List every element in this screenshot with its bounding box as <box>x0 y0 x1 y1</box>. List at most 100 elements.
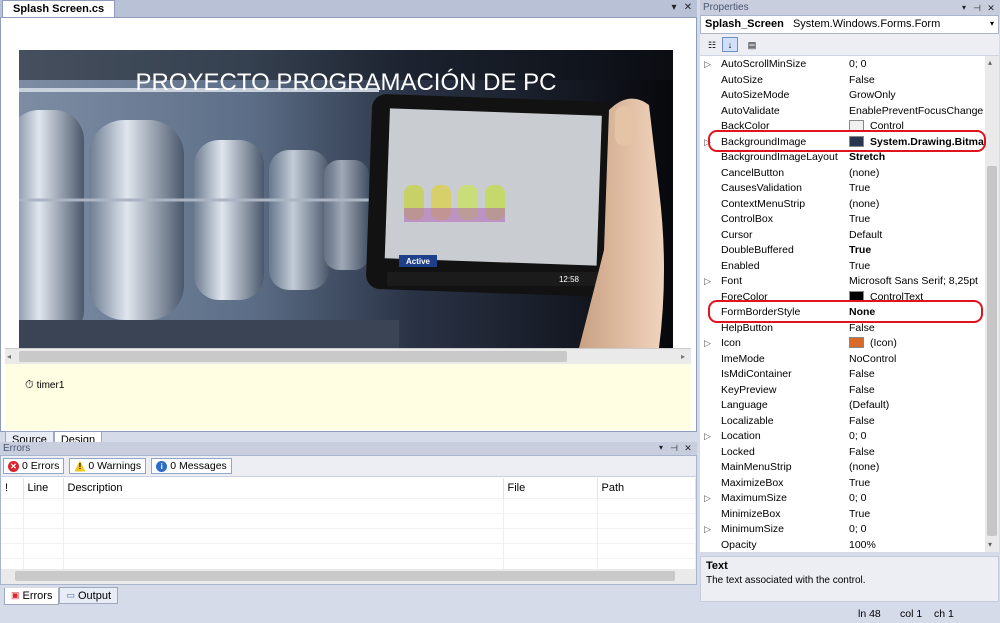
property-row[interactable]: Language (Default) <box>700 398 985 414</box>
property-value[interactable]: 0; 0 <box>849 429 867 444</box>
close-icon[interactable]: ✕ <box>682 2 694 14</box>
property-row[interactable]: Cursor Default <box>700 228 985 244</box>
dropdown-arrow-icon[interactable]: ▾ <box>655 442 667 454</box>
categorized-icon[interactable]: ☷ <box>704 37 720 52</box>
property-value[interactable]: (none) <box>849 197 879 212</box>
property-value[interactable]: False <box>849 73 875 88</box>
property-value[interactable]: (Default) <box>849 398 889 413</box>
property-row[interactable]: ControlBox True <box>700 212 985 228</box>
expand-icon[interactable]: ▷ <box>704 274 714 289</box>
property-row[interactable]: ImeMode NoControl <box>700 352 985 368</box>
property-value[interactable]: (none) <box>849 166 879 181</box>
property-row[interactable]: ContextMenuStrip (none) <box>700 197 985 213</box>
property-value[interactable]: False <box>849 367 875 382</box>
property-value[interactable]: True <box>849 507 870 522</box>
scroll-thumb[interactable] <box>987 166 997 536</box>
scroll-left-icon[interactable]: ◂ <box>7 352 11 361</box>
dropdown-arrow-icon[interactable]: ▾ <box>958 2 970 14</box>
property-row[interactable]: MinimizeBox True <box>700 507 985 523</box>
column-header-file[interactable]: File <box>503 478 598 498</box>
property-value[interactable]: 0; 0 <box>849 57 867 72</box>
expand-icon[interactable]: ▷ <box>704 57 714 72</box>
property-row[interactable]: Enabled True <box>700 259 985 275</box>
property-row[interactable]: ▷ MaximumSize 0; 0 <box>700 491 985 507</box>
property-row[interactable]: KeyPreview False <box>700 383 985 399</box>
property-row[interactable]: ▷ MinimumSize 0; 0 <box>700 522 985 538</box>
property-value[interactable]: True <box>849 476 870 491</box>
property-value[interactable]: GrowOnly <box>849 88 896 103</box>
property-value[interactable]: True <box>849 243 871 258</box>
property-value[interactable]: EnablePreventFocusChange <box>849 104 983 119</box>
property-row[interactable]: Opacity 100% <box>700 538 985 553</box>
property-value[interactable]: False <box>849 445 875 460</box>
scroll-thumb[interactable] <box>15 571 675 581</box>
pin-icon[interactable]: ⊣ <box>971 2 983 14</box>
expand-icon[interactable]: ▷ <box>704 491 714 506</box>
document-tab[interactable]: Splash Screen.cs <box>2 0 116 17</box>
column-header-description[interactable]: Description <box>63 478 504 498</box>
property-value[interactable]: False <box>849 414 875 429</box>
property-row[interactable]: Locked False <box>700 445 985 461</box>
property-value[interactable]: NoControl <box>849 352 896 367</box>
pin-icon[interactable]: ⊣ <box>668 442 680 454</box>
messages-filter-button[interactable]: i0 Messages <box>151 458 232 474</box>
property-row[interactable]: BackgroundImageLayout Stretch <box>700 150 985 166</box>
property-row[interactable]: MaximizeBox True <box>700 476 985 492</box>
scroll-down-icon[interactable]: ▾ <box>988 540 992 549</box>
warnings-filter-button[interactable]: ! 0 Warnings <box>69 458 147 474</box>
column-header-line[interactable]: Line <box>23 478 64 498</box>
property-row[interactable]: IsMdiContainer False <box>700 367 985 383</box>
property-value[interactable]: (none) <box>849 460 879 475</box>
expand-icon[interactable]: ▷ <box>704 522 714 537</box>
property-value-text: 0; 0 <box>849 58 867 70</box>
dropdown-arrow-icon[interactable]: ▾ <box>668 2 680 14</box>
property-row[interactable]: ▷ Font Microsoft Sans Serif; 8,25pt <box>700 274 985 290</box>
close-icon[interactable]: ✕ <box>682 442 694 454</box>
designer-horizontal-scrollbar[interactable]: ◂ ▸ <box>5 348 691 364</box>
property-value[interactable]: 0; 0 <box>849 491 867 506</box>
property-value[interactable]: Microsoft Sans Serif; 8,25pt <box>849 274 978 289</box>
tab-output[interactable]: ▭ Output <box>59 587 119 604</box>
property-name: Opacity <box>721 538 757 551</box>
tab-errors[interactable]: ▣ Errors <box>4 587 60 605</box>
errors-filter-button[interactable]: ✕ 0 Errors <box>3 458 65 474</box>
property-row[interactable]: DoubleBuffered True <box>700 243 985 259</box>
property-row[interactable]: AutoSizeMode GrowOnly <box>700 88 985 104</box>
timer-component[interactable]: ⏱ timer1 <box>25 379 64 392</box>
property-value[interactable]: False <box>849 383 875 398</box>
property-value[interactable]: True <box>849 212 870 227</box>
property-value[interactable]: 0; 0 <box>849 522 867 537</box>
scroll-right-icon[interactable]: ▸ <box>681 352 685 361</box>
property-row[interactable]: AutoSize False <box>700 73 985 89</box>
property-row[interactable]: CancelButton (none) <box>700 166 985 182</box>
property-row[interactable]: AutoValidate EnablePreventFocusChange <box>700 104 985 120</box>
property-row[interactable]: ▷ Location 0; 0 <box>700 429 985 445</box>
scroll-thumb[interactable] <box>19 351 567 362</box>
property-row[interactable]: ▷ AutoScrollMinSize 0; 0 <box>700 57 985 73</box>
property-row[interactable]: ▷ Icon (Icon) <box>700 336 985 352</box>
property-value-text: True <box>849 182 871 194</box>
property-value[interactable]: 100% <box>849 538 876 553</box>
splash-form-surface[interactable]: Active 12:58 PROYECTO PROGRAMACIÓN DE PC <box>19 50 673 348</box>
property-value[interactable]: Default <box>849 228 882 243</box>
error-list-scrollbar[interactable] <box>1 569 696 584</box>
property-value[interactable]: True <box>849 181 870 196</box>
object-selector[interactable]: Splash_Screen System.Windows.Forms.Form … <box>700 15 999 34</box>
property-value[interactable]: True <box>849 259 870 274</box>
property-pages-icon[interactable]: ▤ <box>744 37 760 52</box>
close-icon[interactable]: ✕ <box>985 2 997 14</box>
property-name: CancelButton <box>721 166 785 179</box>
property-value[interactable]: Stretch <box>849 150 885 165</box>
property-row[interactable]: Localizable False <box>700 414 985 430</box>
property-row[interactable]: CausesValidation True <box>700 181 985 197</box>
column-header-severity[interactable]: ! <box>1 478 24 498</box>
expand-icon[interactable]: ▷ <box>704 336 714 351</box>
property-row[interactable]: MainMenuStrip (none) <box>700 460 985 476</box>
property-value[interactable]: (Icon) <box>849 336 897 351</box>
chevron-down-icon[interactable]: ▾ <box>990 19 994 28</box>
expand-icon[interactable]: ▷ <box>704 429 714 444</box>
alphabetical-icon[interactable]: ↓ <box>722 37 738 52</box>
property-grid-scrollbar[interactable]: ▴ ▾ <box>985 56 999 552</box>
column-header-path[interactable]: Path <box>597 478 696 498</box>
scroll-up-icon[interactable]: ▴ <box>988 58 992 67</box>
